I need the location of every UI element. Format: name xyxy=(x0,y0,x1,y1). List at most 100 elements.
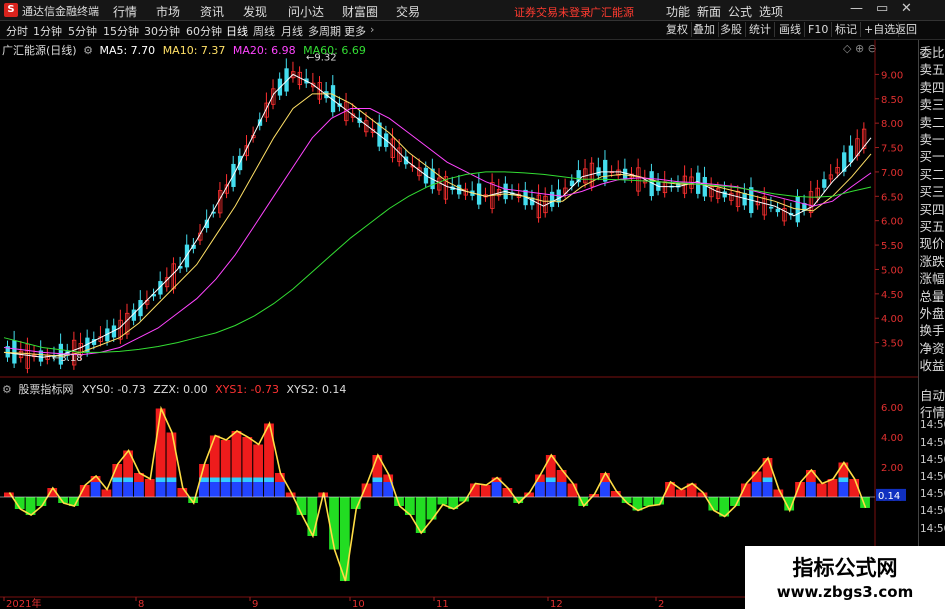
indicator-bar-cyan xyxy=(166,477,177,482)
toolbar-multi-stock-button[interactable]: 多股 xyxy=(717,22,746,37)
sub-axis-label: 2.00 xyxy=(881,463,903,474)
indicator-bar-positive xyxy=(675,489,686,497)
quote-panel-row: 换手 xyxy=(919,323,945,339)
menu-item-trade[interactable]: 交易 xyxy=(396,3,420,20)
indicator-bar-cyan xyxy=(762,477,773,482)
toolbar-f10-button[interactable]: F10 xyxy=(805,22,833,37)
menu-item-news[interactable]: 资讯 xyxy=(200,3,224,20)
price-axis-label: 5.50 xyxy=(881,241,903,252)
quote-panel-row: 总量 xyxy=(919,288,945,304)
toolbar-overlay-button[interactable]: 叠加 xyxy=(690,22,719,37)
menu-item-functions[interactable]: 功能 xyxy=(666,3,690,20)
login-notice[interactable]: 证券交易未登录 xyxy=(514,4,591,20)
indicator-bar-cyan xyxy=(123,477,133,482)
toolbar-back-button[interactable]: 返回 xyxy=(892,22,920,37)
indicator-bar-negative xyxy=(329,497,339,550)
toolbar-adjust-button[interactable]: 复权 xyxy=(663,22,692,37)
indicator-bar-cyan xyxy=(231,477,242,482)
menu-item-markets[interactable]: 市场 xyxy=(156,3,180,20)
chart-canvas[interactable]: 9.00 8.50 8.00 7.50 7.00 6.50 6.00 5.50 5.00 4.50… xyxy=(0,40,919,609)
current-stock-name: 广汇能源 xyxy=(590,6,634,19)
quote-panel-row: 净资 xyxy=(919,340,945,356)
indicator-bar-positive xyxy=(816,483,827,497)
toolbar-draw-button[interactable]: 画线 xyxy=(776,22,805,37)
period-tab-intraday[interactable]: 分时 xyxy=(6,23,28,39)
price-axis-label: 4.50 xyxy=(881,290,903,301)
chart-annotations: ←9.32 ←3.18 xyxy=(52,53,337,364)
candle-body xyxy=(603,159,608,182)
menu-item-discover[interactable]: 发现 xyxy=(243,3,267,20)
price-axis-label: 9.00 xyxy=(881,70,903,81)
quote-panel-row: 卖三 xyxy=(919,97,945,113)
menu-item-market-quotes[interactable]: 行情 xyxy=(113,3,137,20)
period-tab-30min[interactable]: 30分钟 xyxy=(144,23,180,39)
indicator-bar-blue xyxy=(123,482,133,497)
indicator-bar-blue xyxy=(166,482,177,497)
indicator-bar-blue xyxy=(112,482,123,497)
current-value-label: 0.14 xyxy=(878,491,900,502)
indicator-bar-blue xyxy=(762,482,773,497)
indicator-bar-cyan xyxy=(209,477,220,482)
period-tab-daily[interactable]: 日线 xyxy=(226,23,248,39)
price-axis-label: 6.00 xyxy=(881,217,903,228)
x-axis-label: 10 xyxy=(352,599,365,609)
menu-item-assistant[interactable]: 问小达 xyxy=(288,3,324,20)
indicator-bar-blue xyxy=(535,482,545,497)
menu-item-wealth-circle[interactable]: 财富圈 xyxy=(342,3,378,20)
period-tab-15min[interactable]: 15分钟 xyxy=(103,23,139,39)
toolbar-statistics-button[interactable]: 统计 xyxy=(746,22,775,37)
period-tab-1min[interactable]: 1分钟 xyxy=(33,23,62,39)
price-axis-label: 8.00 xyxy=(881,119,903,130)
indicator-bar-blue xyxy=(253,482,264,497)
x-axis-label: 2 xyxy=(658,599,664,609)
period-tab-5min[interactable]: 5分钟 xyxy=(68,23,97,39)
candle-body xyxy=(775,208,780,213)
indicator-bar-positive xyxy=(101,489,112,497)
quote-panel-row: 买三 xyxy=(919,184,945,200)
indicator-bar-negative xyxy=(643,497,654,506)
period-tab-weekly[interactable]: 周线 xyxy=(253,23,275,39)
sub-axis-label: 4.00 xyxy=(881,433,903,444)
sub-axis-label: 6.00 xyxy=(881,403,903,414)
toolbar-mark-button[interactable]: 标记 xyxy=(832,22,861,37)
chevron-right-icon[interactable]: › xyxy=(370,23,374,36)
menu-item-new-page[interactable]: 新面 xyxy=(697,3,721,20)
minimize-button[interactable]: — xyxy=(850,1,863,16)
quote-panel-row: 卖五 xyxy=(919,62,945,78)
menu-item-options[interactable]: 选项 xyxy=(759,3,783,20)
candle-body xyxy=(12,340,17,364)
period-tab-multi[interactable]: 多周期 xyxy=(308,23,341,39)
indicator-bar-blue xyxy=(372,482,383,497)
indicator-bar-blue xyxy=(220,482,231,497)
menu-item-formula[interactable]: 公式 xyxy=(728,3,752,20)
x-axis-label: 2021年 xyxy=(6,597,41,609)
price-axis-label: 5.00 xyxy=(881,265,903,276)
trade-time-row: 14:50 xyxy=(920,488,945,501)
period-tab-more[interactable]: 更多 xyxy=(344,23,366,39)
trade-time-row: 14:50 xyxy=(920,453,945,466)
quote-panel-row: 买四 xyxy=(919,201,945,217)
indicator-bar-blue xyxy=(600,482,610,497)
indicator-bar-blue xyxy=(751,482,762,497)
period-tab-60min[interactable]: 60分钟 xyxy=(186,23,222,39)
indicator-bar-blue xyxy=(838,482,849,497)
ma-line-ma60 xyxy=(3,171,872,353)
trade-time-row: 自动 xyxy=(920,388,945,403)
indicator-bar-positive xyxy=(827,479,838,497)
indicator-bar-cyan xyxy=(112,477,123,482)
quote-panel-row: 收益 xyxy=(919,358,945,374)
price-axis-label: 8.50 xyxy=(881,95,903,106)
period-tab-monthly[interactable]: 月线 xyxy=(281,23,303,39)
indicator-bar-cyan xyxy=(372,477,383,482)
watermark: 指标公式网 www.zbgs3.com xyxy=(745,546,945,609)
indicator-bar-blue xyxy=(491,482,502,497)
maximize-button[interactable]: ▭ xyxy=(876,1,888,16)
candle-body xyxy=(596,167,601,176)
close-button[interactable]: ✕ xyxy=(901,1,912,16)
indicator-bar-cyan xyxy=(838,477,849,482)
quote-panel-row: 卖二 xyxy=(919,114,945,130)
trade-time-row: 14:50 xyxy=(920,505,945,518)
x-axis-label: 11 xyxy=(436,599,449,609)
indicator-bar-blue xyxy=(556,482,567,497)
indicator-bar-positive xyxy=(480,485,491,497)
